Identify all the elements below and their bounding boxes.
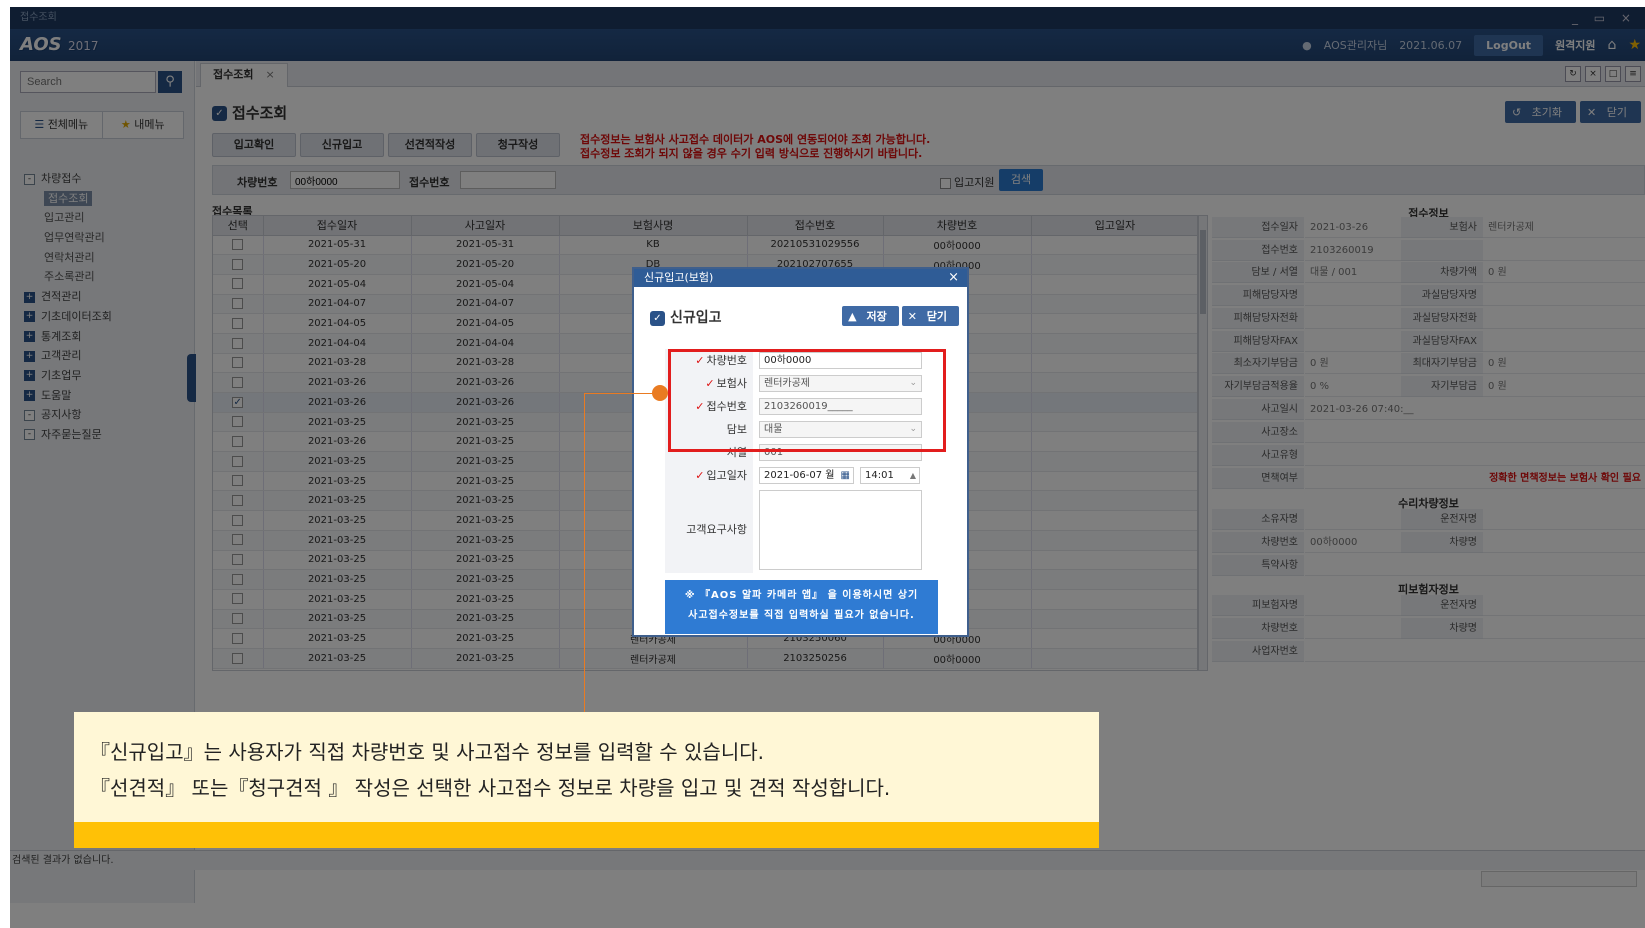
app-window: 접수조회 _ ▭ × AOS 2017 ● AOS관리자님 2021.06.07… [10,7,1645,928]
close-button[interactable]: ✕ 닫기 [901,306,959,326]
calendar-icon[interactable]: ▦ [841,468,850,483]
save-label: 저장 [860,308,893,325]
customer-request-row: 고객요구사항 [665,487,938,573]
entry-date-field[interactable]: 2021-06-07 월 ▦ [759,467,854,484]
save-button[interactable]: ▲ 저장 [842,306,899,326]
callout-line-1: 『신규입고』는 사용자가 직접 차량번호 및 사고접수 정보를 입력할 수 있습… [90,740,764,764]
dialog-buttons: ▲ 저장 ✕ 닫기 [842,306,959,326]
entry-time-field[interactable]: 14:01 ▲ [860,467,920,484]
dialog-info-box: ※ 『AOS 알파 카메라 앱』 을 이용하시면 상기 사고접수정보를 직접 입… [665,580,938,634]
entry-date-label-text: 입고일자 [706,469,747,482]
highlight-box [668,349,946,452]
connector-line-vertical [584,393,585,713]
checkbox-icon: ✓ [650,310,665,326]
dialog-title: ✓ 신규입고 [650,307,722,327]
dialog-header-title: 신규입고(보험) [644,271,714,284]
customer-request-textarea[interactable] [759,490,922,570]
dialog-header: 신규입고(보험) × [634,269,967,287]
new-entry-dialog: 신규입고(보험) × ✓ 신규입고 ▲ 저장 ✕ 닫기 ✓ 차량번호 00하0000 ✓… [632,267,969,637]
spinner-icon[interactable]: ▲ [910,468,916,483]
info-line-1: ※ 『AOS 알파 카메라 앱』 을 이용하시면 상기 [684,590,919,601]
dialog-title-text: 신규입고 [670,310,722,326]
callout-bar [74,822,1099,848]
close-label: 닫기 [920,308,953,325]
entry-time-value: 14:01 [865,470,894,481]
entry-date-label: ✓ 입고일자 [665,464,753,487]
customer-request-label: 고객요구사항 [665,487,753,573]
info-line-2: 사고접수정보를 직접 입력하실 필요가 없습니다. [688,610,915,621]
connector-line [584,393,660,394]
callout-line-2: 『선견적』 또는『청구견적 』 작성은 선택한 사고접수 정보로 차량을 입고 … [90,776,891,800]
close-icon[interactable]: × [948,269,959,287]
entry-date-value: 2021-06-07 월 [764,470,835,481]
connector-dot [652,385,668,401]
callout-box: 『신규입고』는 사용자가 직접 차량번호 및 사고접수 정보를 입력할 수 있습… [74,712,1099,824]
required-icon: ✓ [695,469,705,482]
entry-date-row: ✓ 입고일자 2021-06-07 월 ▦ 14:01 ▲ [665,464,938,487]
